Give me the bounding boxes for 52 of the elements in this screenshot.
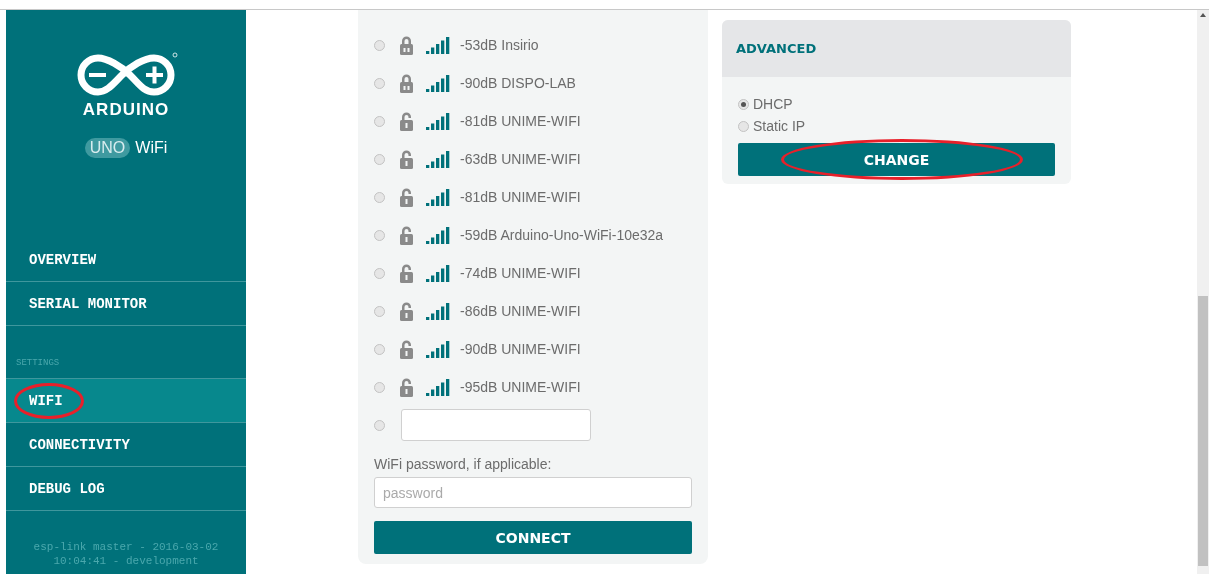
ip-mode-radio[interactable] xyxy=(738,120,749,132)
network-entry: -90dB UNIME-WIFI xyxy=(460,341,581,357)
network-entry: -86dB UNIME-WIFI xyxy=(460,303,581,319)
signal-strength-icon xyxy=(426,340,450,358)
password-label: WiFi password, if applicable: xyxy=(374,456,553,472)
ip-mode-radio[interactable] xyxy=(738,98,749,110)
nav-item[interactable]: CONNECTIVITY xyxy=(6,423,246,467)
network-entry: -74dB UNIME-WIFI xyxy=(460,265,581,281)
nav-item[interactable]: WIFI xyxy=(6,379,246,423)
signal-strength-icon xyxy=(426,226,450,244)
network-radio[interactable] xyxy=(374,381,385,393)
password-field[interactable]: password xyxy=(374,477,692,508)
signal-strength-icon xyxy=(426,302,450,320)
network-entry: -81dB UNIME-WIFI xyxy=(460,113,581,129)
connect-button[interactable]: CONNECT xyxy=(374,521,692,554)
ssid-input-field[interactable] xyxy=(401,409,591,441)
model-badge: UNO xyxy=(84,138,131,158)
signal-strength-icon xyxy=(426,112,450,130)
scrollbar-thumb[interactable] xyxy=(1198,296,1208,566)
signal-strength-icon xyxy=(426,188,450,206)
network-radio[interactable] xyxy=(374,229,385,241)
network-entry: -53dB Insirio xyxy=(460,37,539,53)
network-radio[interactable] xyxy=(374,115,385,127)
network-radio[interactable] xyxy=(374,343,385,355)
network-radio[interactable] xyxy=(374,191,385,203)
panel-title: ADVANCED xyxy=(736,41,817,56)
network-entry: -90dB DISPO-LAB xyxy=(460,75,576,91)
signal-strength-icon xyxy=(426,378,450,396)
section-heading: SETTINGS xyxy=(15,358,60,370)
signal-strength-icon xyxy=(426,150,450,168)
radio-label: Static IP xyxy=(753,118,806,134)
brand-name: ARDUINO xyxy=(82,100,170,120)
network-radio[interactable] xyxy=(374,267,385,279)
network-radio[interactable] xyxy=(374,77,385,89)
nav-item[interactable]: SERIAL MONITOR xyxy=(6,282,246,326)
scrollbar[interactable] xyxy=(1197,10,1209,574)
network-entry: -95dB UNIME-WIFI xyxy=(460,379,581,395)
signal-strength-icon xyxy=(426,74,450,92)
nav-item[interactable]: DEBUG LOG xyxy=(6,467,246,511)
nav-item[interactable]: OVERVIEW xyxy=(6,238,246,282)
signal-strength-icon xyxy=(426,36,450,54)
network-radio[interactable] xyxy=(374,153,385,165)
network-entry: -81dB UNIME-WIFI xyxy=(460,189,581,205)
network-entry: -63dB UNIME-WIFI xyxy=(460,151,581,167)
version-footer: esp-link master - 2016-03-02 10:04:41 - development xyxy=(6,540,246,574)
model-suffix: WiFi xyxy=(135,139,168,157)
network-entry: -59dB Arduino-Uno-WiFi-10e32a xyxy=(460,227,664,243)
network-radio[interactable] xyxy=(374,39,385,51)
network-radio[interactable] xyxy=(374,305,385,317)
network-radio[interactable] xyxy=(374,419,385,431)
radio-label: DHCP xyxy=(753,96,793,112)
signal-strength-icon xyxy=(426,264,450,282)
